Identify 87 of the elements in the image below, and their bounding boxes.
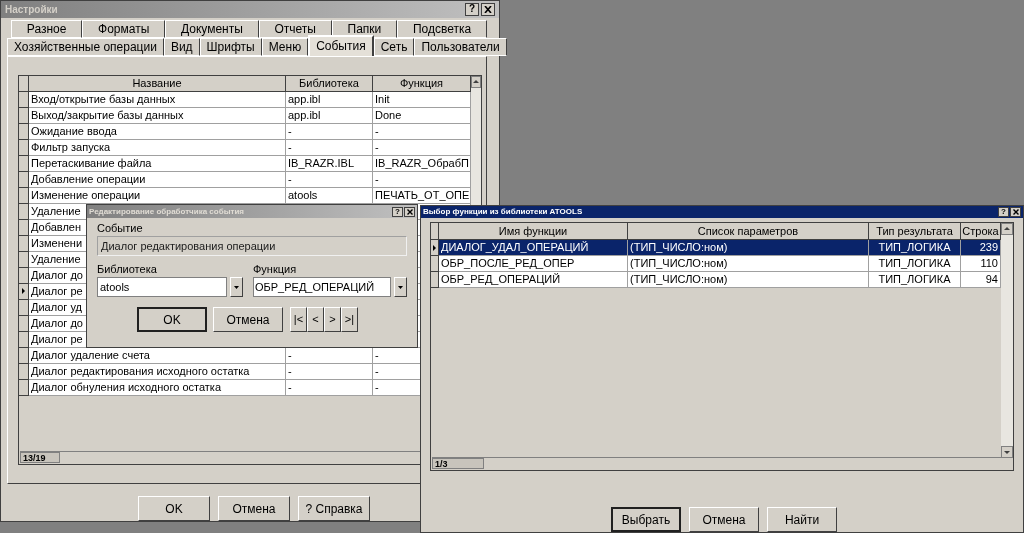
close-icon (1012, 209, 1019, 215)
current-row-icon (433, 244, 436, 251)
column-header[interactable]: Строка (961, 223, 1001, 240)
row-header[interactable] (19, 203, 29, 220)
row-header[interactable] (19, 155, 29, 172)
dialog-button[interactable]: OK (137, 307, 207, 332)
table-cell[interactable]: 94 (961, 272, 1001, 288)
row-header[interactable] (19, 123, 29, 140)
help-button[interactable]: ? (392, 206, 403, 217)
row-header[interactable] (19, 379, 29, 396)
row-header[interactable] (19, 347, 29, 364)
navigation-button[interactable]: |< (290, 307, 307, 332)
scroll-down-icon[interactable] (1001, 446, 1013, 458)
tab[interactable]: Папки (331, 19, 398, 38)
close-icon (484, 5, 492, 13)
dialog-button[interactable]: Найти (767, 507, 837, 532)
tab[interactable]: События (308, 34, 374, 56)
record-counter: 13/19 (20, 451, 60, 463)
close-button[interactable] (1010, 207, 1021, 217)
table-cell[interactable]: (ТИП_ЧИСЛО:ном) (628, 240, 869, 256)
navigation-button[interactable]: >| (341, 307, 358, 332)
navigation-button[interactable]: < (307, 307, 324, 332)
event-field: Диалог редактирования операции (97, 236, 407, 256)
tab[interactable]: Отчеты (258, 19, 332, 38)
tab[interactable]: Форматы (82, 19, 166, 38)
close-icon (406, 208, 413, 215)
tab[interactable]: Подсветка (397, 19, 487, 38)
dropdown-button[interactable] (230, 277, 243, 297)
function-field[interactable]: ОБР_РЕД_ОПЕРАЦИЙ (253, 277, 391, 297)
row-header[interactable] (19, 91, 29, 108)
row-header[interactable] (431, 272, 439, 288)
current-row-icon (22, 288, 25, 295)
dialog-button[interactable]: OK (138, 496, 210, 521)
scrollbar[interactable] (1001, 223, 1013, 458)
row-header[interactable] (19, 267, 29, 284)
row-header[interactable] (19, 171, 29, 188)
navigation-button[interactable]: > (324, 307, 341, 332)
row-header[interactable] (19, 251, 29, 268)
row-header[interactable] (19, 331, 29, 348)
row-header[interactable] (19, 283, 29, 300)
dialog-button[interactable]: Выбрать (611, 507, 681, 532)
table-cell[interactable]: (ТИП_ЧИСЛО:ном) (628, 256, 869, 272)
row-header[interactable] (431, 240, 439, 256)
dialog-button[interactable]: Отмена (213, 307, 283, 332)
table-cell[interactable]: ТИП_ЛОГИКА (869, 240, 961, 256)
scroll-up-icon[interactable] (1001, 223, 1013, 235)
dialog-button[interactable]: Отмена (218, 496, 290, 521)
library-field[interactable]: atools (97, 277, 227, 297)
row-header[interactable] (19, 139, 29, 156)
column-header[interactable]: Название (29, 75, 286, 92)
row-header[interactable] (19, 363, 29, 380)
close-button[interactable] (404, 206, 415, 217)
row-header[interactable] (19, 315, 29, 332)
row-header[interactable] (19, 219, 29, 236)
table-cell[interactable]: ОБР_ПОСЛЕ_РЕД_ОПЕР (439, 256, 628, 272)
table-cell[interactable]: ТИП_ЛОГИКА (869, 256, 961, 272)
table-cell[interactable]: 110 (961, 256, 1001, 272)
column-header[interactable]: Функция (373, 75, 471, 92)
column-header[interactable]: Тип результата (869, 223, 961, 240)
scroll-up-icon[interactable] (471, 75, 481, 88)
tab[interactable]: Документы (165, 19, 259, 38)
tab[interactable]: Пользователи (414, 37, 507, 56)
row-header[interactable] (19, 235, 29, 252)
row-header[interactable] (431, 256, 439, 272)
tab[interactable]: Разное (11, 19, 83, 38)
table-cell[interactable]: (ТИП_ЧИСЛО:ном) (628, 272, 869, 288)
window-title: Настройки (5, 2, 58, 17)
table-cell[interactable]: 239 (961, 240, 1001, 256)
dialog-button[interactable]: Отмена (689, 507, 759, 532)
column-header[interactable]: Список параметров (628, 223, 869, 240)
help-button[interactable]: ? (998, 207, 1009, 217)
table-cell[interactable]: ТИП_ЛОГИКА (869, 272, 961, 288)
row-header[interactable] (19, 187, 29, 204)
row-header[interactable] (19, 107, 29, 124)
table-cell[interactable]: ДИАЛОГ_УДАЛ_ОПЕРАЦИЙ (439, 240, 628, 256)
column-header[interactable]: Библиотека (286, 75, 373, 92)
close-button[interactable] (481, 2, 495, 16)
table-cell[interactable]: ОБР_РЕД_ОПЕРАЦИЙ (439, 272, 628, 288)
dialog-title: Выбор функции из библиотеки ATOOLS (423, 206, 583, 218)
dropdown-button[interactable] (394, 277, 407, 297)
dialog-button[interactable]: ? Справка (298, 496, 370, 521)
column-header[interactable]: Имя функции (439, 223, 628, 240)
dialog-title: Редактирование обработчика события (89, 205, 244, 218)
field-label: Событие (97, 221, 144, 236)
help-button[interactable]: ? (465, 2, 479, 16)
row-header[interactable] (19, 299, 29, 316)
record-counter: 1/3 (432, 458, 484, 469)
